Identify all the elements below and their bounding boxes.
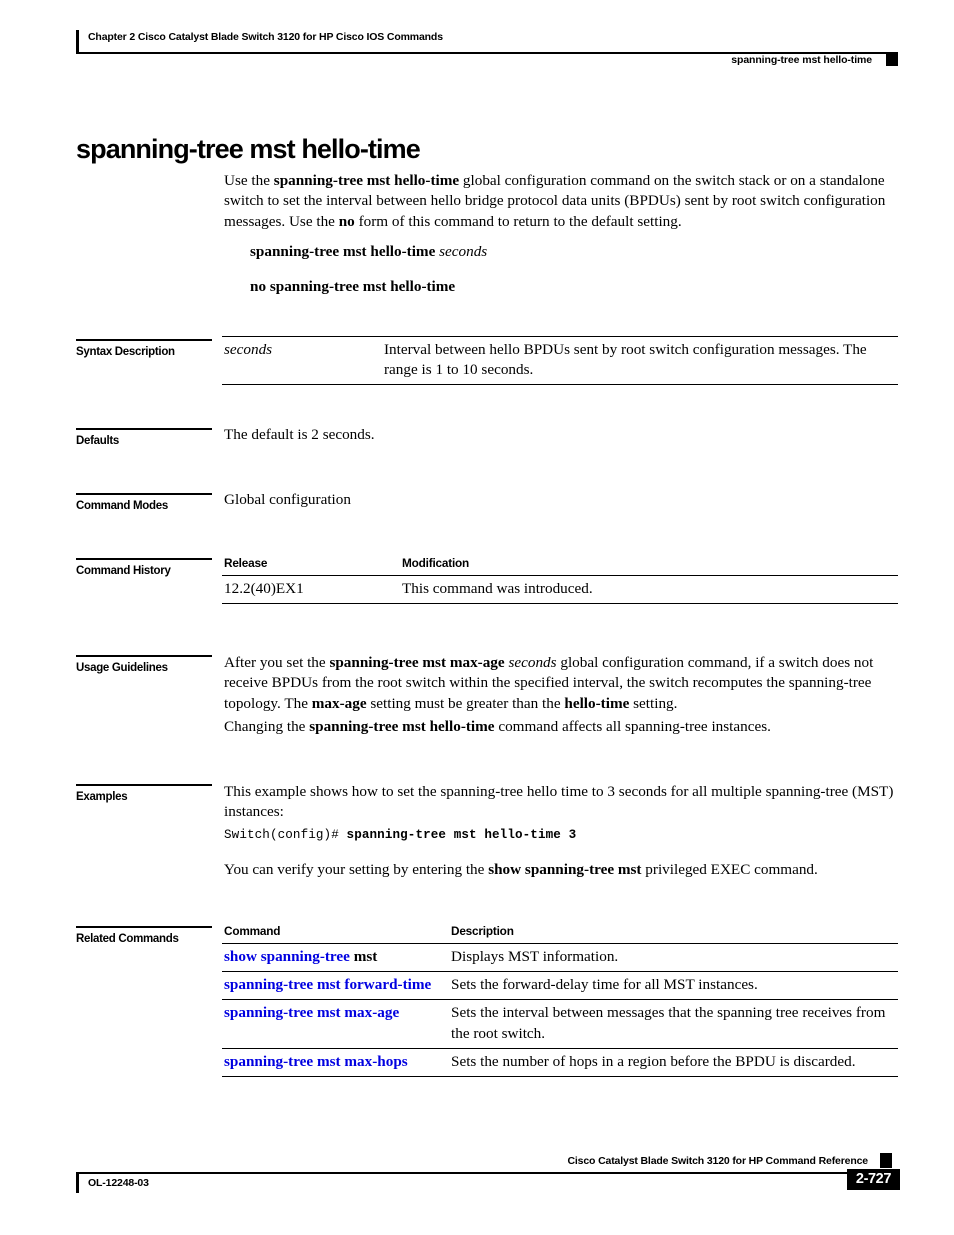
- footer-tick-mark: [76, 1172, 79, 1193]
- section-label-related-commands: Related Commands: [76, 926, 212, 945]
- page-footer: Cisco Catalyst Blade Switch 3120 for HP …: [76, 1153, 900, 1205]
- link-spanning-tree-mst-forward-time[interactable]: spanning-tree mst forward-time: [224, 976, 431, 993]
- examples2-command-bold: show spanning-tree mst: [488, 861, 642, 878]
- intro-no-keyword: no: [338, 212, 355, 230]
- intro-text-a: Use the: [224, 172, 274, 189]
- table-row: show spanning-tree mst Displays MST info…: [222, 943, 898, 973]
- syntax-command: spanning-tree mst hello-time: [250, 243, 436, 260]
- usage-keyword-hellotime: hello-time: [564, 694, 630, 712]
- table-header-row: Release Modification: [222, 554, 898, 576]
- header-tick-mark: [76, 30, 79, 53]
- section-label-command-modes: Command Modes: [76, 493, 212, 512]
- code-command: spanning-tree mst hello-time 3: [346, 828, 577, 842]
- section-label-syntax-description: Syntax Description: [76, 339, 212, 358]
- section-label-examples: Examples: [76, 784, 212, 803]
- header-chapter-title: Chapter 2 Cisco Catalyst Blade Switch 31…: [88, 31, 443, 43]
- related-command-cell[interactable]: spanning-tree mst max-hops: [222, 1048, 449, 1078]
- release-cell: 12.2(40)EX1: [222, 575, 400, 605]
- examples2-text-b: privileged EXEC command.: [641, 861, 818, 878]
- section-label-usage-guidelines: Usage Guidelines: [76, 655, 212, 674]
- column-header-modification: Modification: [400, 554, 898, 576]
- usage-guidelines-paragraph-2: Changing the spanning-tree mst hello-tim…: [224, 717, 898, 737]
- header-square-marker: [886, 52, 898, 66]
- command-history-table: Release Modification 12.2(40)EX1 This co…: [222, 554, 898, 605]
- examples-paragraph-1: This example shows how to set the spanni…: [224, 783, 894, 821]
- footer-page-number: 2-727: [846, 1169, 900, 1190]
- section-label-defaults: Defaults: [76, 428, 212, 447]
- no-form-line: no spanning-tree mst hello-time: [250, 278, 456, 295]
- usage-guidelines-paragraph-1: After you set the spanning-tree mst max-…: [224, 653, 898, 714]
- table-row: spanning-tree mst max-age Sets the inter…: [222, 999, 898, 1049]
- related-command-cell[interactable]: spanning-tree mst max-age: [222, 999, 449, 1049]
- related-command-cell[interactable]: show spanning-tree mst: [222, 943, 449, 973]
- intro-paragraph: Use the spanning-tree mst hello-time glo…: [224, 171, 898, 232]
- link-show-spanning-tree[interactable]: show spanning-tree: [224, 948, 350, 965]
- table-row: seconds Interval between hello BPDUs sen…: [222, 335, 898, 386]
- command-modes-text: Global configuration: [224, 491, 351, 508]
- footer-book-title: Cisco Catalyst Blade Switch 3120 for HP …: [567, 1155, 868, 1167]
- usage-keyword-maxage: max-age: [311, 694, 367, 712]
- code-prompt: Switch(config)#: [224, 828, 347, 842]
- example-code-line: Switch(config)# spanning-tree mst hello-…: [224, 828, 576, 842]
- header-running-command: spanning-tree mst hello-time: [731, 54, 872, 66]
- column-header-command: Command: [222, 922, 449, 944]
- intro-command-bold: spanning-tree mst hello-time: [273, 172, 460, 189]
- usage-text-a: After you set the: [224, 654, 330, 671]
- link-spanning-tree-mst-max-age[interactable]: spanning-tree mst max-age: [224, 1004, 399, 1021]
- usage2-text-b: command affects all spanning-tree instan…: [494, 718, 771, 735]
- usage-text-c: setting must be greater than the: [366, 694, 565, 712]
- related-command-cell[interactable]: spanning-tree mst forward-time: [222, 971, 449, 1001]
- footer-rule: [76, 1172, 898, 1174]
- table-header-row: Command Description: [222, 922, 898, 944]
- column-header-release: Release: [222, 554, 400, 576]
- column-header-description: Description: [449, 922, 898, 944]
- defaults-text: The default is 2 seconds.: [224, 426, 375, 443]
- footer-square-marker: [880, 1153, 892, 1168]
- syntax-description-table: seconds Interval between hello BPDUs sen…: [222, 335, 898, 386]
- intro-text-c: form of this command to return to the de…: [354, 212, 682, 230]
- related-description-cell: Sets the number of hops in a region befo…: [449, 1048, 898, 1078]
- syntax-term-cell: seconds: [222, 335, 382, 386]
- footer-document-id: OL-12248-03: [88, 1177, 149, 1189]
- related-description-cell: Sets the forward-delay time for all MST …: [449, 971, 898, 1001]
- modification-cell: This command was introduced.: [400, 575, 898, 605]
- table-row: spanning-tree mst max-hops Sets the numb…: [222, 1048, 898, 1078]
- page-title: spanning-tree mst hello-time: [76, 134, 421, 165]
- syntax-description-cell: Interval between hello BPDUs sent by roo…: [382, 335, 898, 386]
- syntax-term: seconds: [224, 341, 273, 358]
- table-row: spanning-tree mst forward-time Sets the …: [222, 971, 898, 1001]
- related-commands-table: Command Description show spanning-tree m…: [222, 922, 898, 1078]
- usage2-command-bold: spanning-tree mst hello-time: [309, 718, 495, 735]
- syntax-argument: seconds: [439, 243, 488, 260]
- link-spanning-tree-mst-max-hops[interactable]: spanning-tree mst max-hops: [224, 1053, 408, 1070]
- usage-arg-seconds: seconds: [508, 654, 557, 671]
- examples-paragraph-2: You can verify your setting by entering …: [224, 860, 898, 880]
- page-header: Chapter 2 Cisco Catalyst Blade Switch 31…: [76, 30, 898, 76]
- usage-command-maxage: spanning-tree mst max-age: [329, 654, 505, 671]
- examples2-text-a: You can verify your setting by entering …: [224, 861, 489, 878]
- document-page: Chapter 2 Cisco Catalyst Blade Switch 31…: [0, 0, 954, 1235]
- usage-text-d: setting.: [629, 694, 678, 712]
- related-description-cell: Displays MST information.: [449, 943, 898, 973]
- table-row: 12.2(40)EX1 This command was introduced.: [222, 575, 898, 605]
- related-command-suffix: mst: [349, 948, 378, 965]
- section-label-command-history: Command History: [76, 558, 212, 577]
- usage2-text-a: Changing the: [224, 718, 310, 735]
- related-description-cell: Sets the interval between messages that …: [449, 999, 898, 1049]
- syntax-line: spanning-tree mst hello-time seconds: [250, 242, 487, 262]
